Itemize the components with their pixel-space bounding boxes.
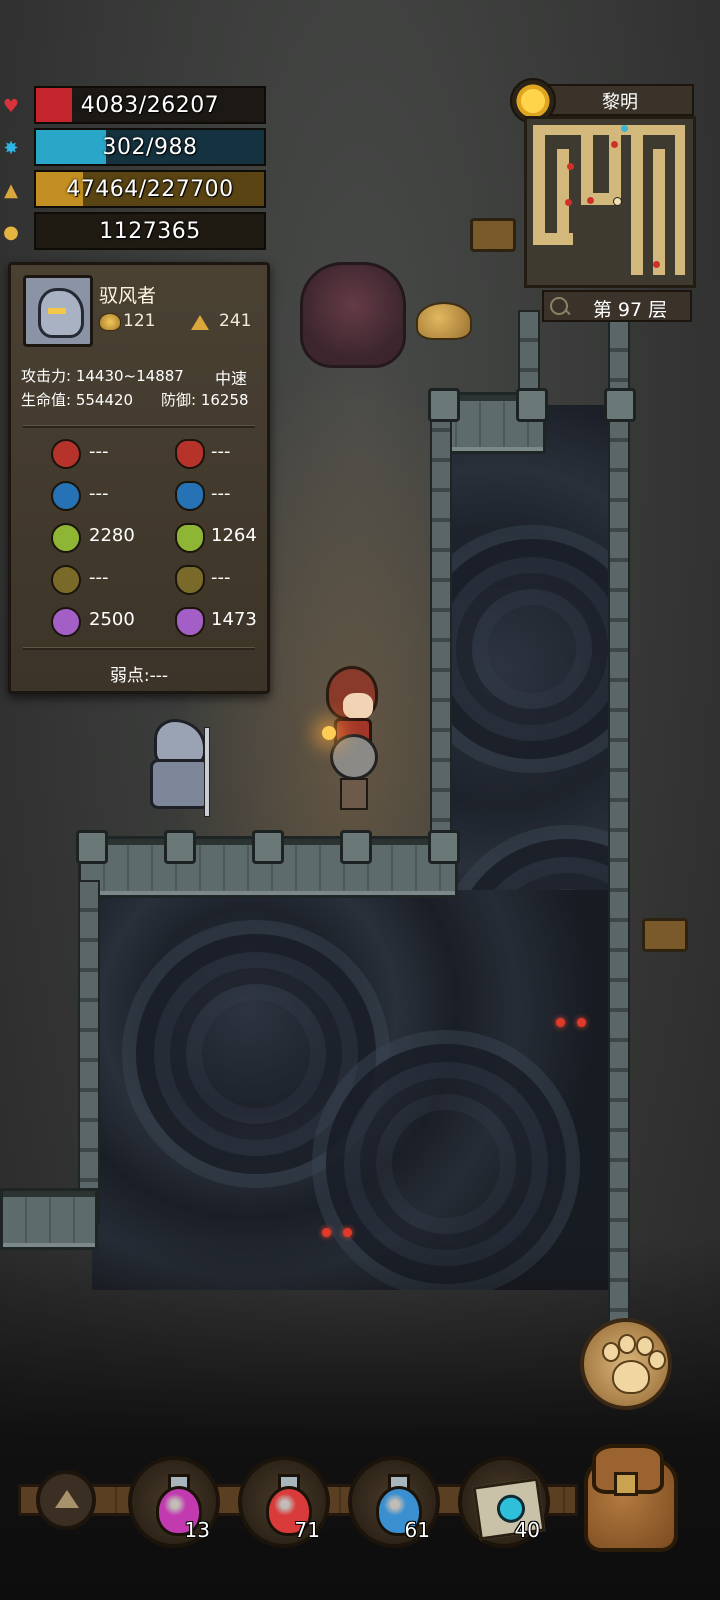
purple-potion-count: 13 <box>184 1518 210 1542</box>
exp-value: 47464/227700 <box>66 176 234 202</box>
wall-pillar <box>340 830 372 864</box>
paw-action-button[interactable] <box>580 1318 672 1410</box>
heart-icon: ♥ <box>2 95 20 117</box>
stone-wall-vertical <box>608 320 630 1324</box>
wall-pillar <box>252 830 284 864</box>
stone-wall-lower-left <box>0 1188 98 1250</box>
enemy-info-panel[interactable]: 驭风者 121 241 攻击力: 14430~14887 中速 生命值: 554… <box>8 262 270 694</box>
torch-icon <box>322 726 336 740</box>
mp-value: 302/988 <box>102 134 198 160</box>
time-of-day-label: 黎明 <box>546 84 694 116</box>
resistance-row: 2500 1473 <box>11 605 267 639</box>
gold-pile[interactable] <box>416 302 472 340</box>
blue-potion-slot[interactable]: 61 <box>348 1456 440 1548</box>
gold-icon: ● <box>3 221 19 243</box>
minimap[interactable] <box>524 116 696 288</box>
resistance-row: --- --- <box>11 563 267 597</box>
exp-bar: ▲ 47464/227700 <box>0 170 270 210</box>
zoom-icon[interactable] <box>550 297 568 315</box>
experience-icon <box>191 315 209 330</box>
resistance-row: 2280 1264 <box>11 521 267 555</box>
arcane-orb-icon <box>51 607 81 637</box>
treasure-chest[interactable] <box>470 218 516 252</box>
arrow-up-icon <box>55 1490 79 1508</box>
experience-icon: ▲ <box>4 179 18 201</box>
treasure-chest[interactable] <box>642 918 688 952</box>
water-shield-icon <box>175 481 205 511</box>
hp-bar: ♥ 4083/26207 <box>0 86 270 126</box>
panel-divider <box>23 425 255 428</box>
backpack-inventory-button[interactable] <box>576 1436 682 1552</box>
lurking-enemy-eyes[interactable] <box>556 1018 586 1028</box>
red-potion-count: 71 <box>294 1518 320 1542</box>
resistance-row: --- --- <box>11 437 267 471</box>
resistance-attack-value: 2500 <box>89 609 135 630</box>
vortex-pit-lower <box>92 890 616 1290</box>
panel-divider <box>23 647 255 650</box>
raccoon-companion <box>330 734 378 780</box>
gold-bar: ● 1127365 <box>0 212 270 252</box>
resistance-defense-value: --- <box>211 483 231 504</box>
enemy-weakness: 弱点:--- <box>109 666 169 686</box>
fire-shield-icon <box>175 439 205 469</box>
blue-potion-count: 61 <box>404 1518 430 1542</box>
wind-leaf-icon <box>51 523 81 553</box>
stone-wall-vertical <box>78 880 100 1224</box>
resistance-attack-value: --- <box>89 567 109 588</box>
water-drop-icon <box>51 481 81 511</box>
enemy-speed: 中速 <box>215 369 248 388</box>
resistance-defense-value: 1264 <box>211 525 257 546</box>
wall-pillar <box>76 830 108 864</box>
wall-pillar <box>164 830 196 864</box>
resistance-attack-value: --- <box>89 441 109 462</box>
arcane-shield-icon <box>175 607 205 637</box>
wall-pillar <box>428 830 460 864</box>
enemy-gold-reward: 121 <box>123 311 156 331</box>
player-character[interactable] <box>320 660 380 810</box>
purple-potion-slot[interactable]: 13 <box>128 1456 220 1548</box>
earth-shield-icon <box>175 565 205 595</box>
red-potion-slot[interactable]: 71 <box>238 1456 330 1548</box>
gold-value: 1127365 <box>99 218 201 244</box>
floor-indicator[interactable]: 第 97 层 <box>542 290 692 322</box>
wall-pillar <box>516 388 548 422</box>
enemy-name: 驭风者 <box>99 285 157 307</box>
hp-value: 4083/26207 <box>80 92 220 118</box>
wall-pillar <box>428 388 460 422</box>
floor-number: 第 97 层 <box>592 299 668 321</box>
enemy-portrait <box>23 275 93 347</box>
resistance-defense-value: --- <box>211 441 231 462</box>
gold-coin-icon <box>99 313 121 331</box>
shadow-demon-enemy[interactable] <box>300 262 406 368</box>
fire-drop-icon <box>51 439 81 469</box>
resistance-defense-value: 1473 <box>211 609 257 630</box>
mp-bar: ✸ 302/988 <box>0 128 270 168</box>
earth-icon <box>51 565 81 595</box>
map-scroll-slot[interactable]: 40 <box>458 1456 550 1548</box>
stone-wall-vertical <box>430 400 452 844</box>
wind-shield-icon <box>175 523 205 553</box>
resistance-attack-value: --- <box>89 483 109 504</box>
enemy-exp-reward: 241 <box>219 311 252 331</box>
floor-up-button[interactable] <box>36 1470 96 1530</box>
mana-icon: ✸ <box>3 137 19 159</box>
resistance-row: --- --- <box>11 479 267 513</box>
enemy-defense: 防御: 16258 <box>161 391 249 409</box>
lurking-enemy-eyes[interactable] <box>322 1228 352 1238</box>
resistance-attack-value: 2280 <box>89 525 135 546</box>
resistance-defense-value: --- <box>211 567 231 588</box>
time-of-day-text: 黎明 <box>602 92 638 113</box>
enemy-hp: 生命值: 554420 <box>21 391 134 409</box>
map-scroll-count: 40 <box>514 1518 540 1542</box>
wind-rider-knight-enemy[interactable] <box>140 715 220 817</box>
enemy-attack: 攻击力: 14430~14887 <box>21 367 184 385</box>
wall-pillar <box>604 388 636 422</box>
